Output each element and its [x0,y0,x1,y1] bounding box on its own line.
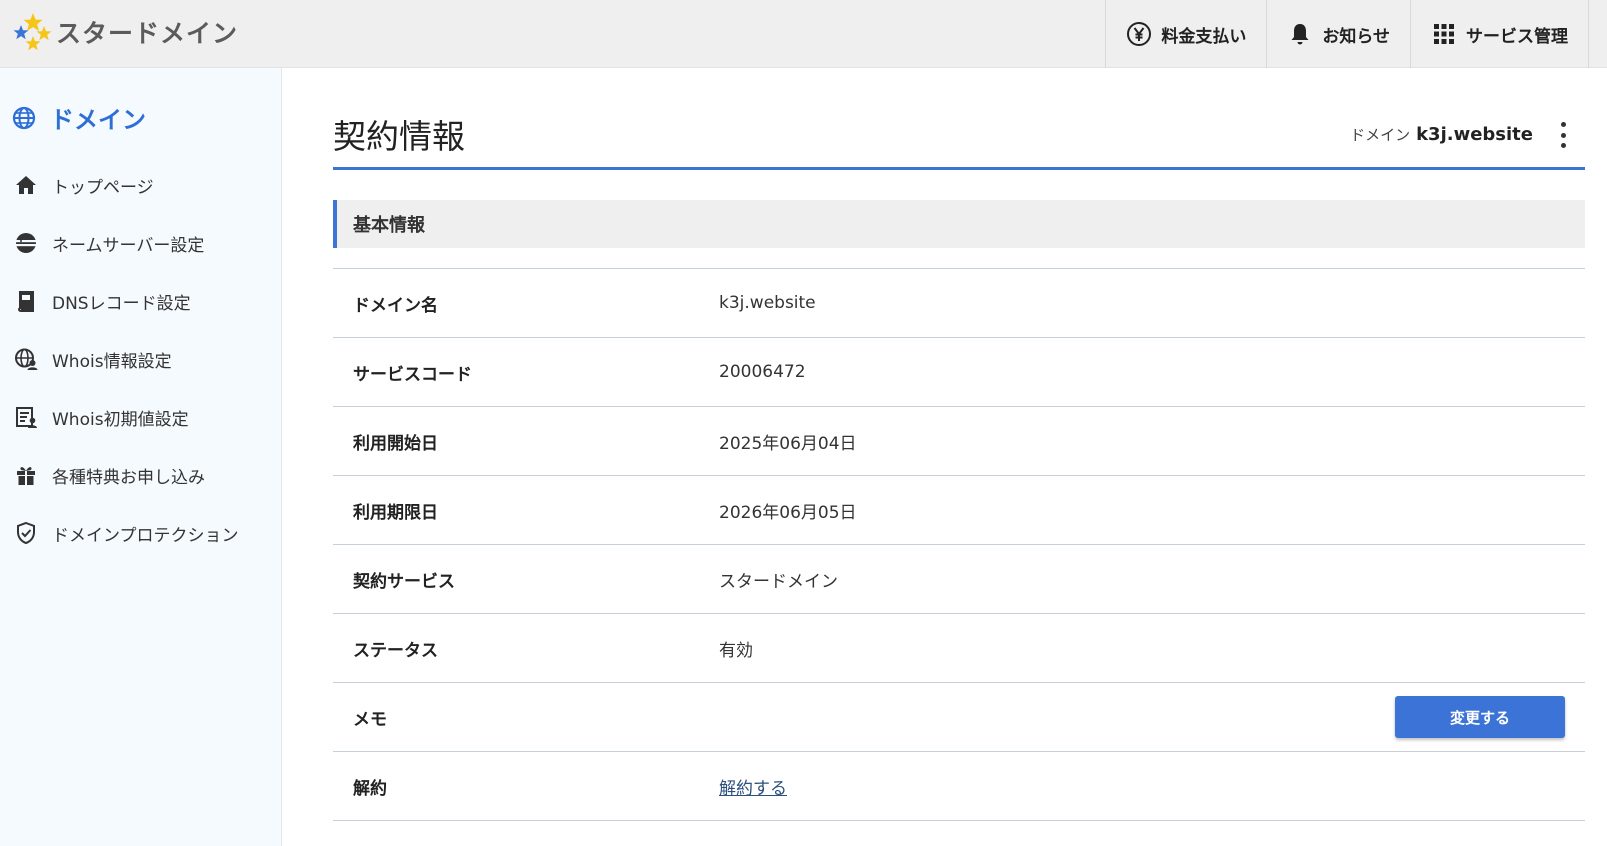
nav-notices-label: お知らせ [1322,26,1390,47]
cancel-contract-link[interactable]: 解約する [719,779,787,799]
yen-circle-icon [1127,22,1152,46]
bell-icon [1291,24,1309,45]
nav-service-management-label: サービス管理 [1466,26,1568,47]
row-key: メモ [353,709,387,730]
nav-service-management[interactable]: サービス管理 [1410,0,1589,68]
logo[interactable]: スタードメイン [12,12,238,52]
row-value: 20006472 [719,362,806,382]
top-nav: 料金支払い お知らせ サービス管理 [1105,0,1589,68]
row-key: 利用期限日 [353,502,438,523]
row-value: スタードメイン [719,571,838,592]
table-row-memo: メモ 変更する [333,683,1585,752]
sidebar: ドメイン トップページ ネームサーバー設定 DNSレコード設定 Whois情報設… [0,68,282,846]
sidebar-title[interactable]: ドメイン [12,100,146,135]
table-row: サービスコード 20006472 [333,338,1585,407]
document-person-icon [16,407,37,428]
table-row: 利用期限日 2026年06月05日 [333,476,1585,545]
sidebar-item-label: DNSレコード設定 [52,293,191,314]
logo-text: スタードメイン [56,19,239,48]
row-key: サービスコード [353,364,472,385]
sidebar-title-label: ドメイン [50,106,146,134]
table-row: 利用開始日 2025年06月04日 [333,407,1585,476]
nav-payment[interactable]: 料金支払い [1105,0,1266,68]
nav-notices[interactable]: お知らせ [1266,0,1410,68]
row-key: 利用開始日 [353,433,438,454]
stars-logo-icon [13,13,52,51]
home-icon [16,176,36,194]
sidebar-item-benefits[interactable]: 各種特典お申し込み [0,446,282,504]
sidebar-item-nameserver[interactable]: ネームサーバー設定 [0,214,282,272]
sidebar-item-dns-record[interactable]: DNSレコード設定 [0,272,282,330]
row-value: 2026年06月05日 [719,502,857,523]
page-title: 契約情報 [333,117,465,156]
table-row: ステータス 有効 [333,614,1585,683]
sidebar-item-whois-info[interactable]: Whois情報設定 [0,330,282,388]
table-row: ドメイン名 k3j.website [333,269,1585,338]
sidebar-item-label: ドメインプロテクション [52,525,239,546]
sidebar-item-top-page[interactable]: トップページ [0,156,282,214]
sidebar-menu: トップページ ネームサーバー設定 DNSレコード設定 Whois情報設定 Who… [0,156,282,562]
nav-payment-label: 料金支払い [1161,26,1247,47]
book-icon [17,291,34,312]
sidebar-item-label: トップページ [52,177,154,198]
row-value: k3j.website [719,293,816,313]
more-menu-icon[interactable] [1553,120,1573,150]
sidebar-item-label: Whois初期値設定 [52,409,189,430]
sidebar-item-label: Whois情報設定 [52,351,172,372]
memo-change-button[interactable]: 変更する [1395,696,1565,738]
current-domain-value: k3j.website [1416,124,1533,145]
globe-icon [12,106,36,129]
current-domain-label: ドメイン [1350,126,1411,144]
table-row: 契約サービス スタードメイン [333,545,1585,614]
row-key: ステータス [353,640,438,661]
title-row: 契約情報 ドメイン k3j.website [333,68,1585,170]
row-key: 解約 [353,778,387,799]
sidebar-item-label: 各種特典お申し込み [52,467,205,488]
table-row-cancel: 解約 解約する [333,752,1585,821]
row-value: 有効 [719,640,753,661]
section-title: 基本情報 [333,200,1585,248]
sidebar-item-whois-default[interactable]: Whois初期値設定 [0,388,282,446]
sidebar-item-domain-protection[interactable]: ドメインプロテクション [0,504,282,562]
sidebar-item-label: ネームサーバー設定 [52,235,205,256]
info-table: ドメイン名 k3j.website サービスコード 20006472 利用開始日… [333,268,1585,821]
gift-icon [17,467,35,485]
row-value: 解約する [719,774,787,799]
row-key: 契約サービス [353,571,455,592]
globe-person-icon [15,348,38,370]
row-key: ドメイン名 [353,295,438,316]
row-value: 2025年06月04日 [719,433,857,454]
main-content: 契約情報 ドメイン k3j.website 基本情報 ドメイン名 k3j.web… [333,68,1585,821]
nameserver-icon [15,233,37,253]
grid-icon [1434,24,1454,44]
shield-check-icon [17,521,35,545]
top-header: スタードメイン 料金支払い お知らせ サービス管理 [0,0,1607,68]
current-domain: ドメイン k3j.website [1350,124,1533,145]
